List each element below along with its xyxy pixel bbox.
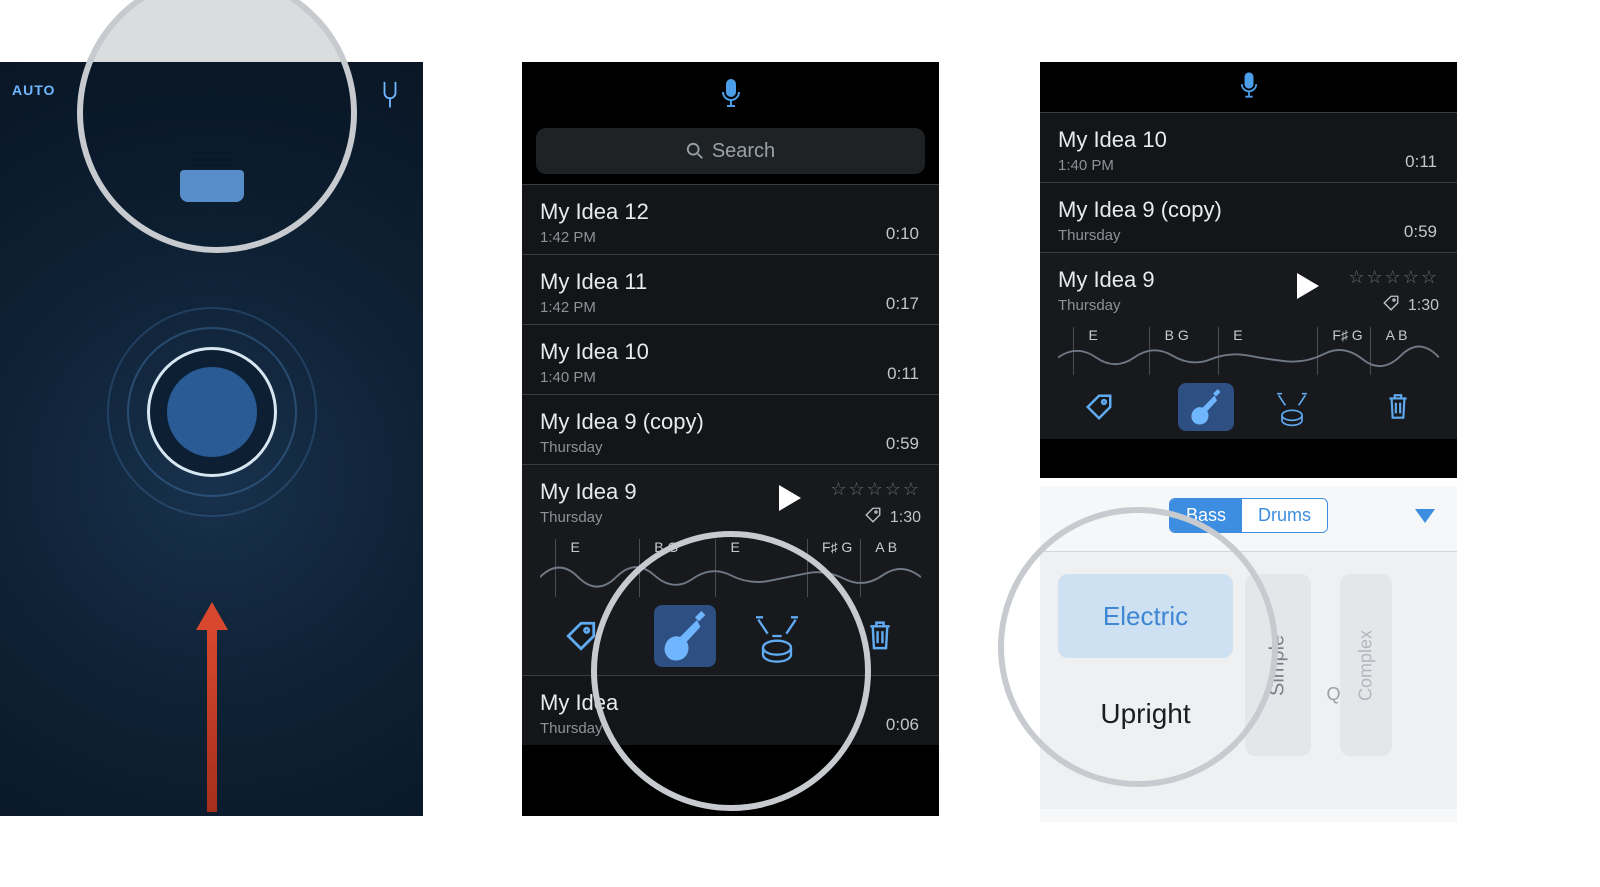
item-duration: 1:30 <box>1408 297 1439 315</box>
waveform[interactable]: E B G E F♯ G A B <box>1058 327 1439 375</box>
item-time: Thursday <box>540 720 921 737</box>
list-item-expanded[interactable]: My Idea 9 Thursday ☆☆☆☆☆ 1:30 E <box>1040 252 1457 439</box>
item-duration: 0:11 <box>887 364 919 384</box>
pad-complex[interactable]: Complex <box>1340 574 1392 756</box>
rating-stars[interactable]: ☆☆☆☆☆ <box>801 479 921 500</box>
tutorial-arrow <box>200 602 224 812</box>
item-duration: 0:10 <box>886 224 919 244</box>
record-button[interactable] <box>107 307 317 517</box>
item-duration: 0:17 <box>886 294 919 314</box>
item-title: My Idea 11 <box>540 269 921 295</box>
item-title: My Idea 9 <box>1058 267 1277 293</box>
record-header: AUTO <box>0 62 423 118</box>
tag-icon[interactable] <box>864 506 882 529</box>
guitar-button[interactable] <box>654 605 716 667</box>
list-item-expanded[interactable]: My Idea 9 Thursday ☆☆☆☆☆ 1:30 E B G E <box>522 464 939 675</box>
item-time: Thursday <box>540 439 921 456</box>
instrument-segmented-control[interactable]: Bass Drums <box>1169 498 1328 533</box>
item-time: Thursday <box>540 509 759 526</box>
item-title: My Idea 9 (copy) <box>540 409 921 435</box>
instrument-picker: Bass Drums Electric Upright Simple Quiet… <box>1040 486 1457 822</box>
item-time: Thursday <box>1058 227 1439 244</box>
item-time: 1:40 PM <box>540 369 921 386</box>
item-title: My Idea 10 <box>1058 127 1439 153</box>
microphone-icon[interactable] <box>1240 71 1258 104</box>
library-icon[interactable] <box>180 152 244 202</box>
item-time: 1:42 PM <box>540 299 921 316</box>
drums-button[interactable] <box>1264 383 1320 431</box>
rating-stars[interactable]: ☆☆☆☆☆ <box>1319 267 1439 288</box>
list-item[interactable]: My Idea 11 1:42 PM 0:17 <box>522 254 939 324</box>
list-item[interactable]: My Idea 9 (copy) Thursday 0:59 <box>522 394 939 464</box>
drums-button[interactable] <box>746 605 808 667</box>
play-icon[interactable] <box>1297 273 1319 299</box>
item-duration: 0:59 <box>1404 222 1437 242</box>
item-time: Thursday <box>1058 297 1277 314</box>
pad-upright[interactable]: Upright <box>1058 672 1233 756</box>
item-duration: 0:11 <box>1405 152 1437 172</box>
delete-button[interactable] <box>849 605 911 667</box>
segment-bass[interactable]: Bass <box>1170 499 1242 532</box>
search-input[interactable]: Search <box>536 128 925 174</box>
segment-drums[interactable]: Drums <box>1242 499 1327 532</box>
tag-icon[interactable] <box>1382 294 1400 317</box>
library-header <box>1040 62 1457 112</box>
toolbar <box>540 597 921 675</box>
guitar-button[interactable] <box>1178 383 1234 431</box>
list-item[interactable]: My Idea 10 1:40 PM 0:11 <box>522 324 939 394</box>
tag-button[interactable] <box>1068 376 1130 438</box>
item-title: My Idea <box>540 690 921 716</box>
item-title: My Idea 9 <box>540 479 759 505</box>
item-time: 1:42 PM <box>540 229 921 246</box>
item-title: My Idea 10 <box>540 339 921 365</box>
auto-button[interactable]: AUTO <box>12 82 55 98</box>
item-title: My Idea 9 (copy) <box>1058 197 1439 223</box>
toolbar <box>1058 375 1439 439</box>
play-icon[interactable] <box>779 485 801 511</box>
tuning-fork-icon[interactable] <box>379 80 401 110</box>
pad-simple[interactable]: Simple <box>1245 574 1311 756</box>
item-duration: 0:59 <box>886 434 919 454</box>
item-time: 1:40 PM <box>1058 157 1439 174</box>
library-screen-compact: My Idea 10 1:40 PM 0:11 My Idea 9 (copy)… <box>1040 62 1457 478</box>
item-duration: 0:06 <box>886 715 919 735</box>
list-item[interactable]: My Idea Thursday 0:06 <box>522 675 939 745</box>
list-item[interactable]: My Idea 10 1:40 PM 0:11 <box>1040 112 1457 182</box>
delete-button[interactable] <box>1367 376 1429 438</box>
tag-button[interactable] <box>550 605 612 667</box>
library-screen: Search My Idea 12 1:42 PM 0:10 My Idea 1… <box>522 62 939 816</box>
list-item[interactable]: My Idea 9 (copy) Thursday 0:59 <box>1040 182 1457 252</box>
record-screen: AUTO <box>0 62 423 816</box>
pad-electric[interactable]: Electric <box>1058 574 1233 658</box>
disclosure-icon[interactable] <box>1415 509 1435 523</box>
item-title: My Idea 12 <box>540 199 921 225</box>
item-duration: 1:30 <box>890 509 921 527</box>
waveform[interactable]: E B G E F♯ G A B <box>540 539 921 597</box>
list-item[interactable]: My Idea 12 1:42 PM 0:10 <box>522 184 939 254</box>
library-header <box>522 62 939 128</box>
microphone-icon[interactable] <box>721 78 741 113</box>
search-placeholder: Search <box>712 140 775 163</box>
